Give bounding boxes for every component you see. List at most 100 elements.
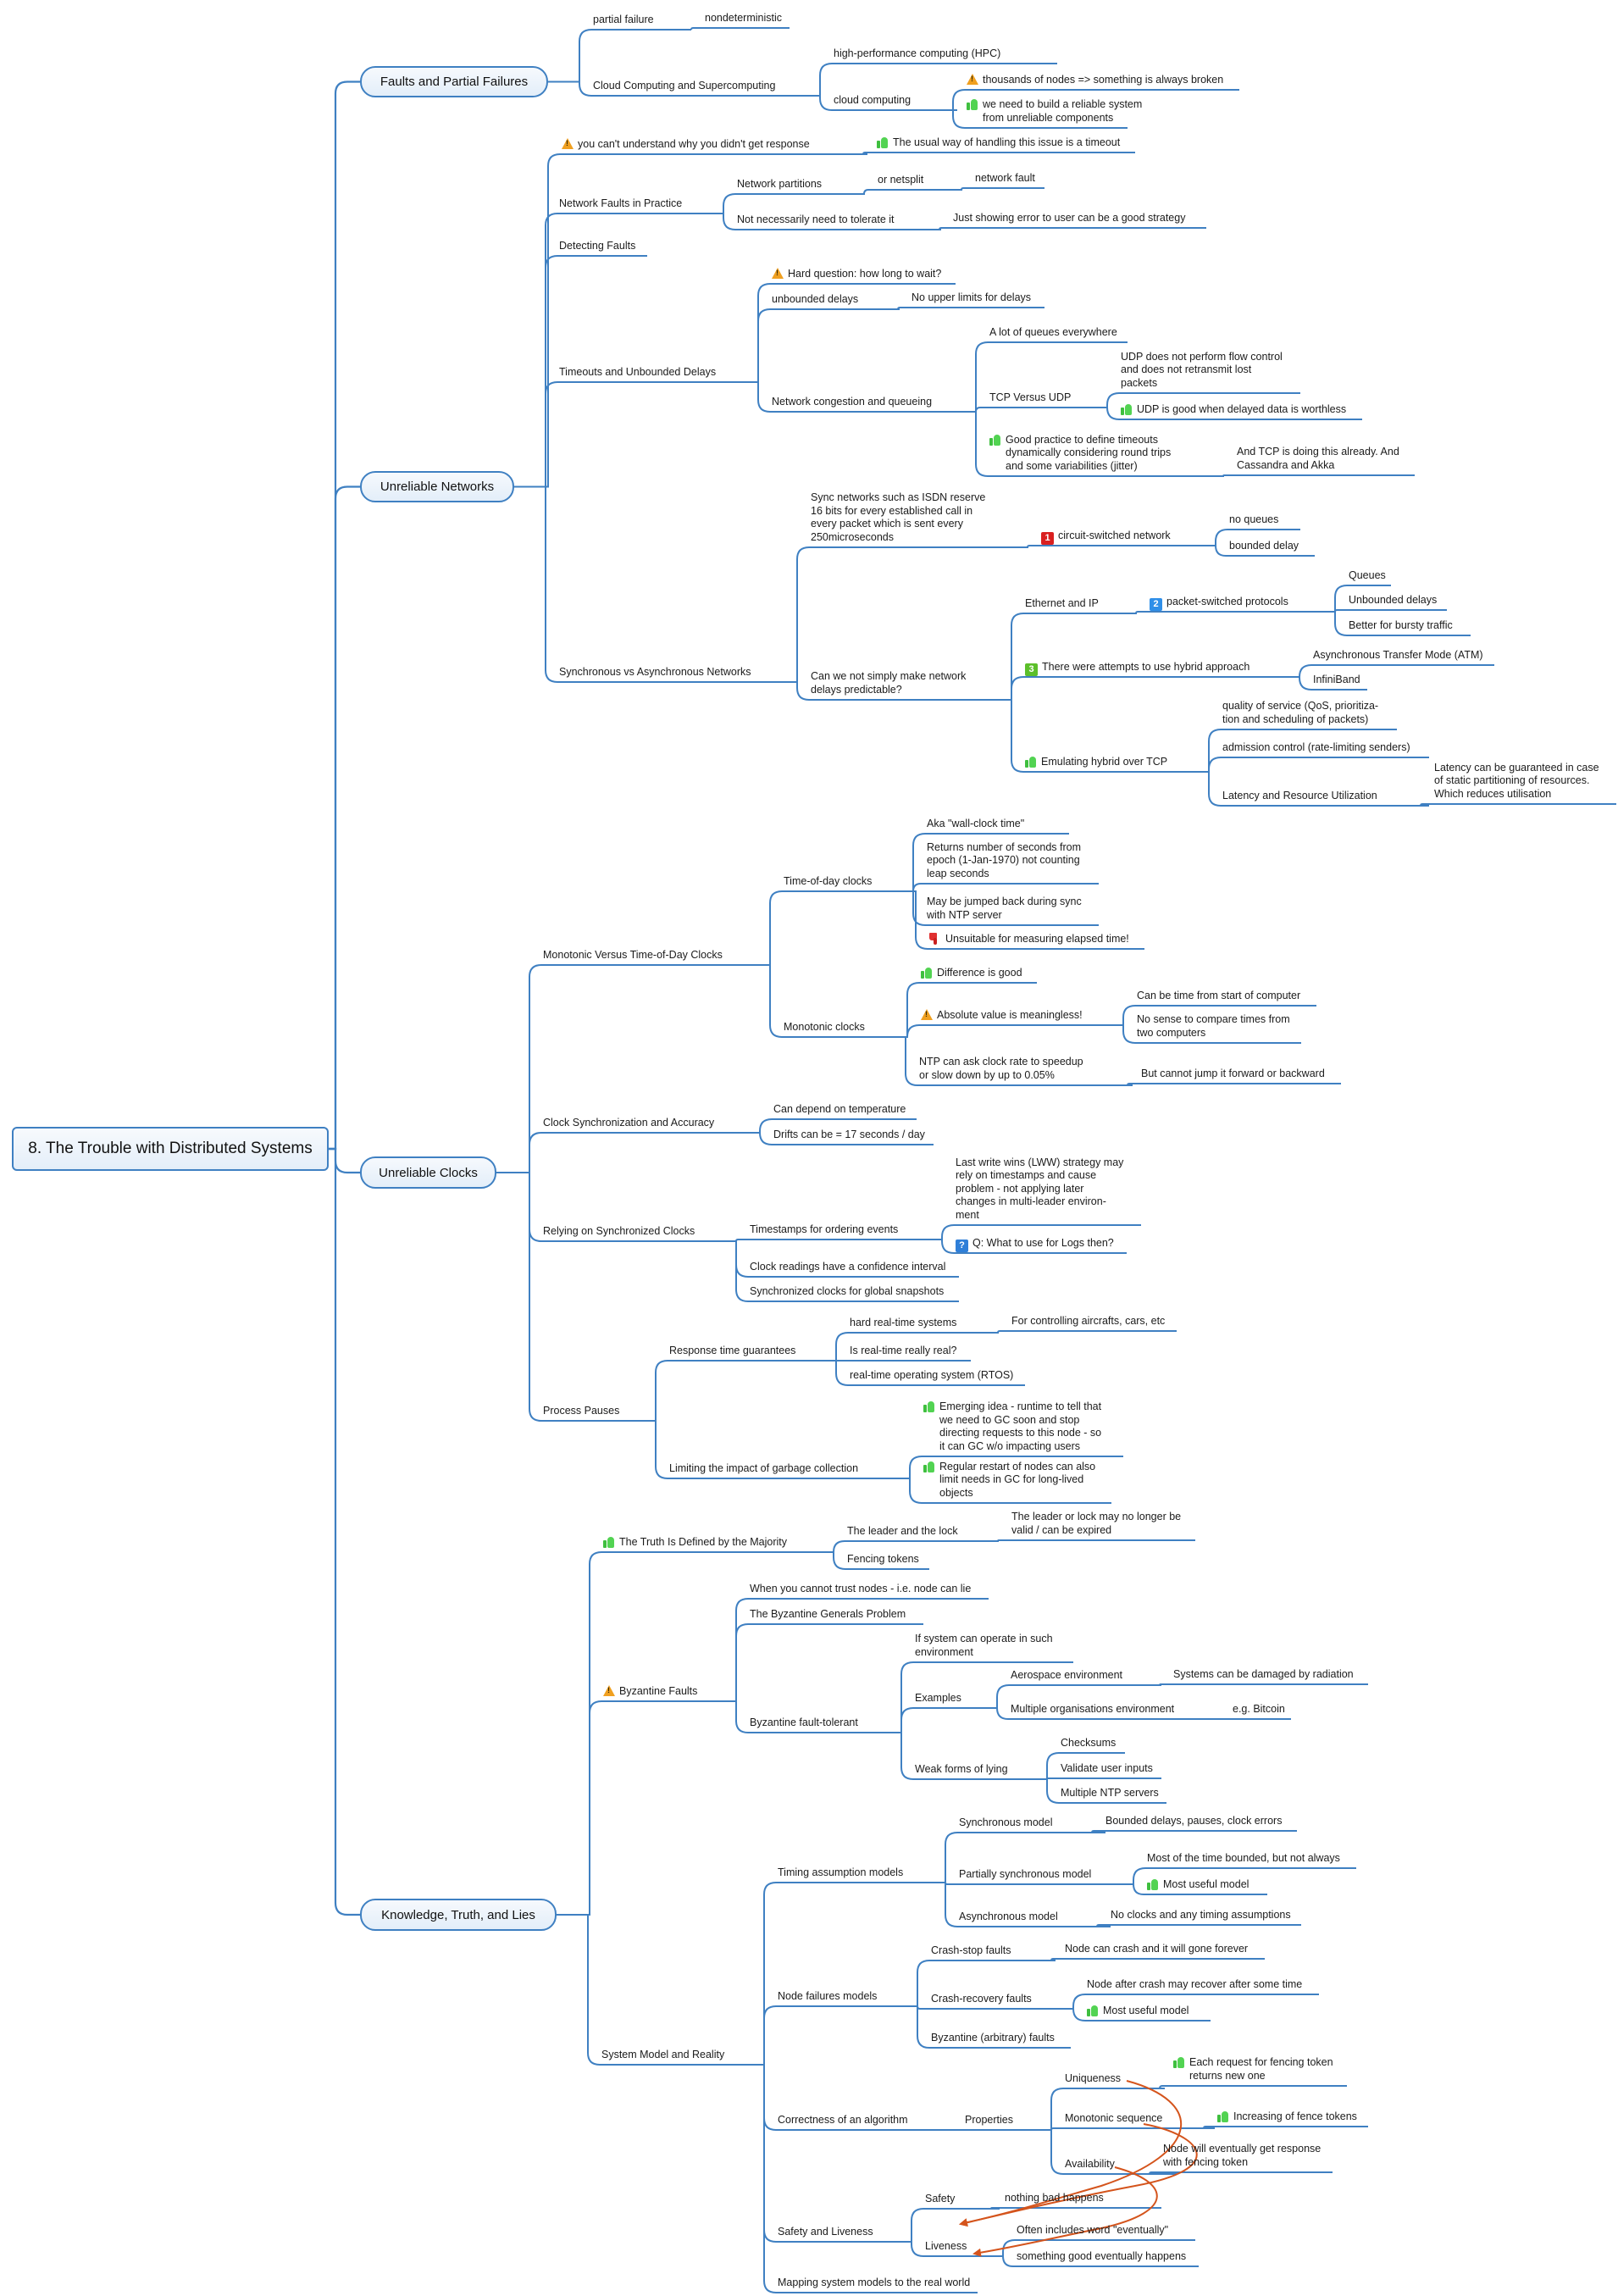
- node-ctrl[interactable]: For controlling aircrafts, cars, etc: [1011, 1315, 1165, 1328]
- node-somethinggood[interactable]: something good eventually happens: [1017, 2250, 1186, 2264]
- node-bitcoin[interactable]: e.g. Bitcoin: [1233, 1703, 1285, 1716]
- node-jumped[interactable]: May be jumped back during sync with NTP …: [927, 896, 1082, 922]
- node-gc[interactable]: Limiting the impact of garbage collectio…: [669, 1462, 858, 1476]
- node-eth[interactable]: Ethernet and IP: [1025, 597, 1099, 611]
- node-start[interactable]: Can be time from start of computer: [1137, 990, 1300, 1003]
- node-rsc[interactable]: Relying on Synchronized Clocks: [543, 1225, 695, 1239]
- node-ccs[interactable]: Cloud Computing and Supercomputing: [593, 80, 775, 93]
- node-tsorder[interactable]: Timestamps for ordering events: [750, 1223, 898, 1237]
- node-crashstop[interactable]: Crash-stop faults: [931, 1944, 1011, 1958]
- node-mostb[interactable]: Most of the time bounded, but not always: [1147, 1852, 1340, 1866]
- node-hybrid[interactable]: 3 There were attempts to use hybrid appro…: [1025, 661, 1250, 676]
- node-nosense[interactable]: No sense to compare times from two compu…: [1137, 1013, 1290, 1040]
- node-lru[interactable]: Latency and Resource Utilization: [1222, 790, 1377, 803]
- node-tcpudp[interactable]: TCP Versus UDP: [989, 391, 1071, 405]
- node-eachreq[interactable]: Each request for fencing token returns n…: [1173, 2056, 1333, 2082]
- node-syncm[interactable]: Synchronous model: [959, 1816, 1052, 1830]
- node-goodpr[interactable]: Good practice to define timeouts dynamic…: [989, 434, 1171, 474]
- node-drift[interactable]: Drifts can be = 17 seconds / day: [773, 1129, 925, 1142]
- node-psync[interactable]: Partially synchronous model: [959, 1868, 1091, 1882]
- node-tod[interactable]: Time-of-day clocks: [784, 875, 872, 889]
- node-cannotjump[interactable]: But cannot jump it forward or backward: [1141, 1068, 1325, 1081]
- node-nfm[interactable]: Node failures models: [778, 1990, 877, 2004]
- node-oftenev[interactable]: Often includes word "eventually": [1017, 2224, 1168, 2238]
- node-hpc[interactable]: high-performance computing (HPC): [834, 47, 1000, 61]
- node-isrt[interactable]: Is real-time really real?: [850, 1345, 956, 1358]
- node-byz[interactable]: Byzantine Faults: [603, 1684, 697, 1699]
- node-ntpservers[interactable]: Multiple NTP servers: [1061, 1787, 1159, 1800]
- node-radiation[interactable]: Systems can be damaged by radiation: [1173, 1668, 1354, 1682]
- node-tam[interactable]: Timing assumption models: [778, 1866, 903, 1880]
- node-isdn[interactable]: Sync networks such as ISDN reserve 16 bi…: [811, 491, 985, 544]
- root-topic[interactable]: 8. The Trouble with Distributed Systems: [12, 1127, 329, 1171]
- node-lotq[interactable]: A lot of queues everywhere: [989, 326, 1117, 340]
- node-bd[interactable]: bounded delay: [1229, 540, 1299, 553]
- node-ifsys[interactable]: If system can operate in such environmen…: [915, 1633, 1053, 1659]
- node-expired[interactable]: The leader or lock may no longer be vali…: [1011, 1511, 1181, 1537]
- node-udpno[interactable]: UDP does not perform flow control and do…: [1121, 351, 1283, 391]
- node-mono[interactable]: Monotonic clocks: [784, 1021, 865, 1034]
- node-confint[interactable]: Clock readings have a confidence interva…: [750, 1261, 945, 1274]
- node-useful2[interactable]: Most useful model: [1087, 2005, 1189, 2019]
- node-rtg[interactable]: Response time guarantees: [669, 1345, 795, 1358]
- node-generals[interactable]: The Byzantine Generals Problem: [750, 1608, 906, 1622]
- node-rtos[interactable]: real-time operating system (RTOS): [850, 1369, 1013, 1383]
- node-detect[interactable]: Detecting Faults: [559, 240, 635, 253]
- node-leaderlock[interactable]: The leader and the lock: [847, 1525, 958, 1539]
- node-absv[interactable]: Absolute value is meaningless!: [921, 1008, 1083, 1023]
- node-validate[interactable]: Validate user inputs: [1061, 1762, 1153, 1776]
- node-pp[interactable]: Process Pauses: [543, 1405, 619, 1418]
- node-snap[interactable]: Synchronized clocks for global snapshots: [750, 1285, 944, 1299]
- topic-knowledge[interactable]: Knowledge, Truth, and Lies: [360, 1899, 557, 1931]
- topic-clocks[interactable]: Unreliable Clocks: [360, 1156, 496, 1189]
- node-notrust[interactable]: When you cannot trust nodes - i.e. node …: [750, 1583, 971, 1596]
- node-liveness[interactable]: Liveness: [925, 2240, 967, 2254]
- node-ncq[interactable]: Network congestion and queueing: [772, 396, 932, 409]
- node-recover[interactable]: Node after crash may recover after some …: [1087, 1978, 1302, 1992]
- node-unb[interactable]: unbounded delays: [772, 293, 858, 307]
- node-bft[interactable]: Byzantine fault-tolerant: [750, 1716, 858, 1730]
- node-adm[interactable]: admission control (rate-limiting senders…: [1222, 741, 1410, 755]
- node-crashrec[interactable]: Crash-recovery faults: [931, 1993, 1032, 2006]
- node-gone[interactable]: Node can crash and it will gone forever: [1065, 1943, 1248, 1956]
- node-noq[interactable]: no queues: [1229, 513, 1278, 527]
- node-circ[interactable]: 1 circuit-switched network: [1041, 530, 1171, 545]
- node-checksums[interactable]: Checksums: [1061, 1737, 1116, 1750]
- node-aero[interactable]: Aerospace environment: [1011, 1669, 1122, 1683]
- node-nothingbad[interactable]: nothing bad happens: [1005, 2192, 1104, 2205]
- node-lww[interactable]: Last write wins (LWW) strategy may rely …: [956, 1156, 1123, 1223]
- node-tud[interactable]: Timeouts and Unbounded Delays: [559, 366, 716, 380]
- node-qlogs[interactable]: ? Q: What to use for Logs then?: [956, 1237, 1114, 1252]
- node-netsplit[interactable]: or netsplit: [878, 174, 923, 187]
- node-netfault[interactable]: network fault: [975, 172, 1035, 186]
- node-bdpc[interactable]: Bounded delays, pauses, clock errors: [1105, 1815, 1282, 1828]
- node-restart[interactable]: Regular restart of nodes can also limit …: [923, 1461, 1095, 1500]
- node-returns[interactable]: Returns number of seconds from epoch (1-…: [927, 841, 1081, 881]
- node-ib[interactable]: InfiniBand: [1313, 674, 1360, 687]
- node-smr[interactable]: System Model and Reality: [601, 2049, 724, 2062]
- node-justshow[interactable]: Just showing error to user can be a good…: [953, 212, 1185, 225]
- node-np[interactable]: Network partitions: [737, 178, 822, 191]
- node-tcpdoing[interactable]: And TCP is doing this already. And Cassa…: [1237, 446, 1399, 472]
- node-uniq[interactable]: Uniqueness: [1065, 2072, 1121, 2086]
- node-nondet[interactable]: nondeterministic: [705, 12, 782, 25]
- topic-networks[interactable]: Unreliable Networks: [360, 471, 514, 502]
- node-canwe[interactable]: Can we not simply make network delays pr…: [811, 670, 966, 696]
- node-safety[interactable]: Safety: [925, 2193, 955, 2206]
- node-notnec[interactable]: Not necessarily need to tolerate it: [737, 214, 895, 227]
- node-diff[interactable]: Difference is good: [921, 967, 1022, 981]
- node-sl[interactable]: Safety and Liveness: [778, 2226, 873, 2239]
- node-csa[interactable]: Clock Synchronization and Accuracy: [543, 1117, 714, 1130]
- node-atm[interactable]: Asynchronous Transfer Mode (ATM): [1313, 649, 1483, 663]
- node-pf[interactable]: partial failure: [593, 14, 654, 27]
- node-temp[interactable]: Can depend on temperature: [773, 1103, 906, 1117]
- node-emul[interactable]: Emulating hybrid over TCP: [1025, 756, 1167, 770]
- node-udpgood[interactable]: UDP is good when delayed data is worthle…: [1121, 403, 1346, 418]
- node-noupper[interactable]: No upper limits for delays: [912, 291, 1031, 305]
- node-hardq[interactable]: Hard question: how long to wait?: [772, 267, 941, 281]
- node-sva[interactable]: Synchronous vs Asynchronous Networks: [559, 666, 751, 679]
- node-hrt[interactable]: hard real-time systems: [850, 1317, 956, 1330]
- node-asyncm[interactable]: Asynchronous model: [959, 1911, 1058, 1924]
- node-pkt[interactable]: 2 packet-switched protocols: [1150, 596, 1288, 611]
- node-useful1[interactable]: Most useful model: [1147, 1878, 1249, 1893]
